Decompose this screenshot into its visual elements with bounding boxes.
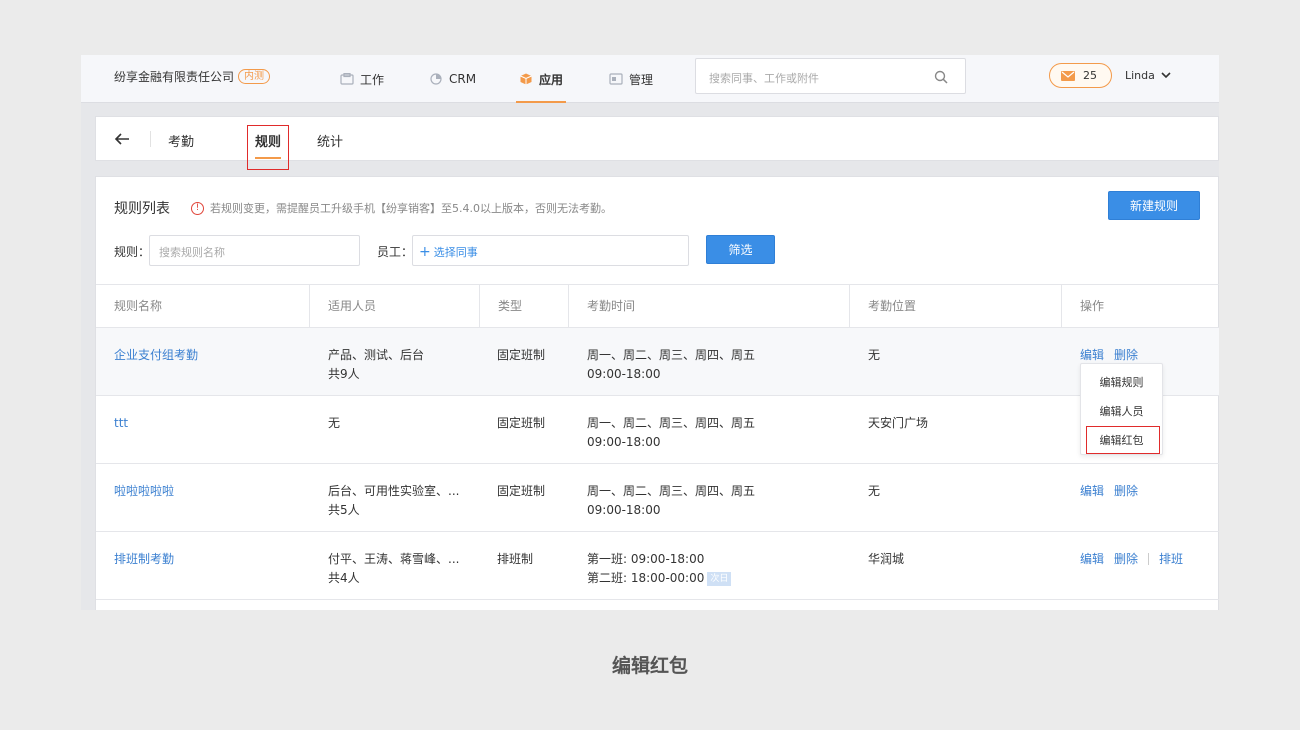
edit-link[interactable]: 编辑 <box>1080 550 1104 567</box>
highlight-box-rules-tab <box>247 125 289 170</box>
top-nav: 纷享金融有限责任公司 内测 工作 CRM 应用 管理 搜索同事、工作或附件 25 <box>81 55 1219 103</box>
edit-link[interactable]: 编辑 <box>1080 346 1104 363</box>
admin-icon <box>609 73 623 85</box>
menu-item-edit-people[interactable]: 编辑人员 <box>1081 403 1162 419</box>
next-day-tag: 次日 <box>707 571 732 586</box>
new-rule-button[interactable]: 新建规则 <box>1108 191 1200 220</box>
staff-select-input[interactable]: + 选择同事 <box>412 235 689 266</box>
delete-link[interactable]: 删除 <box>1114 482 1138 499</box>
page-title: 规则列表 <box>114 201 170 217</box>
applicable-people: 付平、王涛、蒋雪峰、... 共4人 <box>328 552 460 585</box>
rule-type: 排班制 <box>497 552 534 566</box>
divider <box>1148 552 1150 565</box>
nav-item-manage[interactable]: 管理 <box>609 55 653 103</box>
attendance-location: 华润城 <box>868 552 905 566</box>
tab-statistics[interactable]: 统计 <box>317 131 343 150</box>
rule-name-link[interactable]: ttt <box>114 414 128 433</box>
delete-link[interactable]: 删除 <box>1114 550 1138 567</box>
rule-name-link[interactable]: 排班制考勤 <box>114 550 174 569</box>
column-header: 适用人员 <box>310 285 480 328</box>
attendance-location: 天安门广场 <box>868 416 929 430</box>
rule-name-link[interactable]: 企业支付组考勤 <box>114 346 198 365</box>
search-icon[interactable] <box>934 70 948 84</box>
tab-attendance[interactable]: 考勤 <box>168 131 194 150</box>
chevron-down-icon <box>1161 72 1171 79</box>
schedule-link[interactable]: 排班 <box>1159 550 1183 567</box>
rule-type: 固定班制 <box>497 416 546 430</box>
column-header: 考勤时间 <box>569 285 850 328</box>
message-badge[interactable]: 25 <box>1049 63 1112 88</box>
menu-item-edit-rule[interactable]: 编辑规则 <box>1081 374 1162 390</box>
column-header: 考勤位置 <box>850 285 1062 328</box>
applicable-people: 无 <box>328 416 341 430</box>
row-actions: 编辑 删除 排班 <box>1080 550 1193 567</box>
user-menu[interactable]: Linda <box>1125 69 1171 82</box>
company-name: 纷享金融有限责任公司 内测 <box>114 68 271 85</box>
add-colleague-link[interactable]: + 选择同事 <box>419 244 478 260</box>
applicable-people: 后台、可用性实验室、... 共5人 <box>328 484 460 517</box>
pie-chart-icon <box>430 73 442 85</box>
rules-card: 规则列表 ! 若规则变更，需提醒员工升级手机【纷享销客】至5.4.0以上版本，否… <box>95 176 1219 610</box>
mail-icon <box>1061 70 1075 81</box>
message-count: 25 <box>1083 69 1097 82</box>
search-box[interactable]: 搜索同事、工作或附件 <box>695 58 966 94</box>
rule-name-link[interactable]: 啦啦啦啦啦 <box>114 482 174 501</box>
edit-link[interactable]: 编辑 <box>1080 482 1104 499</box>
rule-type: 固定班制 <box>497 348 546 362</box>
delete-link[interactable]: 删除 <box>1114 346 1138 363</box>
column-header: 规则名称 <box>96 285 310 328</box>
staff-filter-label: 员工： <box>377 245 414 259</box>
attendance-time: 周一、周二、周三、周四、周五 09:00-18:00 <box>587 484 756 517</box>
row-actions: 编辑 删除 <box>1080 346 1148 363</box>
attendance-time: 周一、周二、周三、周四、周五 09:00-18:00 <box>587 348 756 381</box>
search-placeholder: 搜索同事、工作或附件 <box>709 72 819 85</box>
beta-badge: 内测 <box>238 69 271 84</box>
table-row: 企业支付组考勤 产品、测试、后台 共9人 固定班制 周一、周二、周三、周四、周五… <box>96 328 1219 396</box>
cube-icon <box>520 73 532 85</box>
table-row: ttt 无 固定班制 周一、周二、周三、周四、周五 09:00-18:00 天安… <box>96 396 1219 464</box>
app-frame: 纷享金融有限责任公司 内测 工作 CRM 应用 管理 搜索同事、工作或附件 25 <box>81 55 1219 610</box>
applicable-people: 产品、测试、后台 共9人 <box>328 348 425 381</box>
rule-type: 固定班制 <box>497 484 546 498</box>
sub-nav: 考勤 规则 统计 <box>95 116 1219 170</box>
nav-item-crm[interactable]: CRM <box>429 55 476 103</box>
table-row: 啦啦啦啦啦 后台、可用性实验室、... 共5人 固定班制 周一、周二、周三、周四… <box>96 464 1219 532</box>
nav-item-work[interactable]: 工作 <box>340 55 384 103</box>
caption: 编辑红包 <box>611 655 688 677</box>
plus-icon: + <box>419 244 431 260</box>
table-header: 规则名称 适用人员 类型 考勤时间 考勤位置 操作 <box>96 284 1219 328</box>
attendance-time: 周一、周二、周三、周四、周五 09:00-18:00 <box>587 416 756 449</box>
attendance-location: 无 <box>868 348 881 362</box>
column-header: 类型 <box>480 285 569 328</box>
attendance-location: 无 <box>868 484 881 498</box>
edit-dropdown-menu: 编辑规则 编辑人员 编辑红包 <box>1080 363 1163 455</box>
rule-search-input[interactable]: 搜索规则名称 <box>149 235 360 266</box>
attendance-time: 第一班: 09:00-18:00 第二班: 18:00-00:00 次日 <box>587 550 732 588</box>
work-icon <box>340 73 354 85</box>
highlight-box-red-packet <box>1086 426 1160 454</box>
nav-item-apps[interactable]: 应用 <box>515 55 567 103</box>
user-name: Linda <box>1125 69 1155 82</box>
rule-filter-label: 规则： <box>114 245 151 259</box>
back-arrow-icon[interactable] <box>114 132 130 146</box>
filter-button[interactable]: 筛选 <box>706 235 775 264</box>
row-actions: 编辑 删除 <box>1080 482 1148 499</box>
column-header: 操作 <box>1080 299 1105 313</box>
table-row: 排班制考勤 付平、王涛、蒋雪峰、... 共4人 排班制 第一班: 09:00-1… <box>96 532 1219 600</box>
notice-message: ! 若规则变更，需提醒员工升级手机【纷享销客】至5.4.0以上版本，否则无法考勤… <box>191 200 612 216</box>
divider <box>150 131 151 147</box>
warning-icon: ! <box>191 201 204 215</box>
